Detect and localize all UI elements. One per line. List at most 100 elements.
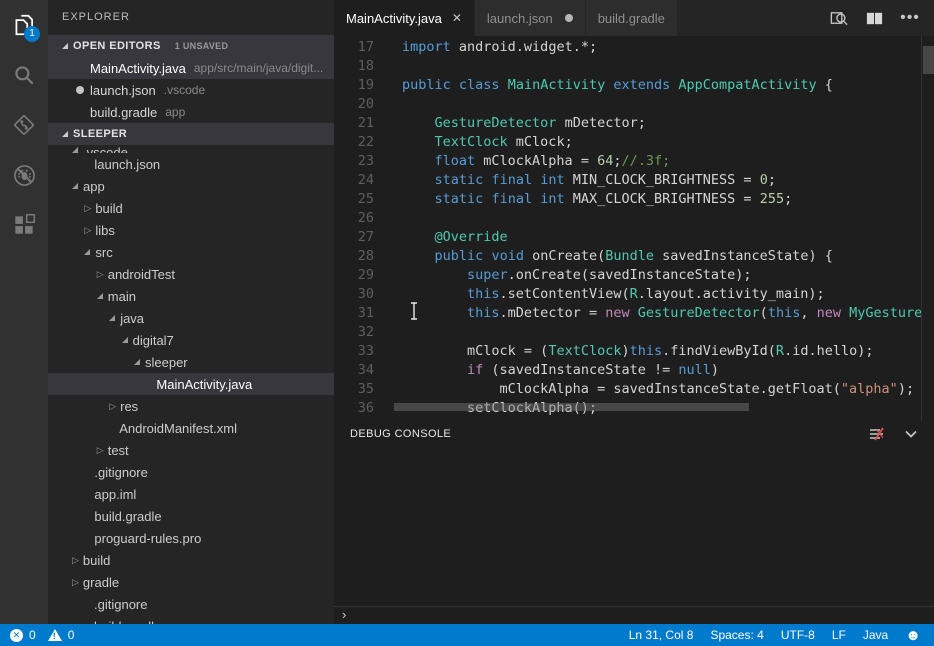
code-line[interactable]: 33 mClock = (TextClock)this.findViewById…: [334, 342, 934, 361]
status-encoding[interactable]: UTF-8: [781, 628, 815, 642]
line-number: 21: [334, 114, 374, 133]
open-editor-build-gradle[interactable]: build.gradleapp: [48, 101, 334, 123]
clear-console-icon[interactable]: [868, 425, 886, 443]
tree-item-test[interactable]: ▷test: [48, 439, 334, 461]
tree-item-label: digital7: [133, 333, 174, 348]
code-area: 17import android.widget.*;1819public cla…: [334, 36, 934, 418]
tree-item-build-gradle[interactable]: build.gradle: [48, 505, 334, 527]
tree-item-src[interactable]: src: [48, 241, 334, 263]
code-line[interactable]: 34 if (savedInstanceState != null): [334, 361, 934, 380]
line-text: if (savedInstanceState != null): [402, 362, 719, 378]
code-line[interactable]: 29 super.onCreate(savedInstanceState);: [334, 266, 934, 285]
panel-header: DEBUG CONSOLE: [334, 421, 934, 447]
search-icon[interactable]: [0, 50, 48, 100]
tree-item-app[interactable]: app: [48, 175, 334, 197]
code-line[interactable]: 35 mClockAlpha = savedInstanceState.getF…: [334, 380, 934, 399]
code-line[interactable]: 31 this.mDetector = new GestureDetector(…: [334, 304, 934, 323]
tree-item-digital7[interactable]: digital7: [48, 329, 334, 351]
code-line[interactable]: 32: [334, 323, 934, 342]
console-input[interactable]: ›: [334, 606, 934, 624]
tree-item-label: proguard-rules.pro: [94, 531, 201, 546]
status-indentation[interactable]: Spaces: 4: [710, 628, 763, 642]
code-line[interactable]: 22 TextClock mClock;: [334, 133, 934, 152]
line-text: public class MainActivity extends AppCom…: [402, 77, 833, 93]
tree-item-gitignore[interactable]: .gitignore: [48, 593, 334, 615]
folder-expanded-icon: [72, 147, 78, 153]
code-line[interactable]: 20: [334, 95, 934, 114]
tree-item-androidtest[interactable]: ▷androidTest: [48, 263, 334, 285]
explorer-icon[interactable]: 1: [0, 0, 48, 50]
tree-item-mainactivity-java[interactable]: MainActivity.java: [48, 373, 334, 395]
open-editor-mainactivity-java[interactable]: MainActivity.javaapp/src/main/java/digit…: [48, 57, 334, 79]
tree-item-androidmanifest-xml[interactable]: AndroidManifest.xml: [48, 417, 334, 439]
tree-item-build[interactable]: ▷build: [48, 197, 334, 219]
debug-icon[interactable]: [0, 150, 48, 200]
tree-item-label: src: [95, 245, 112, 260]
folder-collapsed-icon: ▷: [72, 556, 79, 565]
code-line[interactable]: 19public class MainActivity extends AppC…: [334, 76, 934, 95]
code-line[interactable]: 27 @Override: [334, 228, 934, 247]
code-line[interactable]: 28 public void onCreate(Bundle savedInst…: [334, 247, 934, 266]
code-line[interactable]: 30 this.setContentView(R.layout.activity…: [334, 285, 934, 304]
status-language-mode[interactable]: Java: [863, 628, 888, 642]
folder-expanded-icon: [122, 337, 128, 343]
editor-vertical-scrollbar[interactable]: [921, 36, 934, 421]
line-number: 33: [334, 342, 374, 361]
feedback-smiley-icon[interactable]: [905, 628, 921, 643]
tree-item-app-iml[interactable]: app.iml: [48, 483, 334, 505]
tree-item-sleeper[interactable]: sleeper: [48, 351, 334, 373]
warning-count: 0: [68, 628, 75, 642]
status-right: Ln 31, Col 8 Spaces: 4 UTF-8 LF Java: [629, 628, 934, 643]
extensions-icon[interactable]: [0, 200, 48, 250]
status-cursor-position[interactable]: Ln 31, Col 8: [629, 628, 694, 642]
scrollbar-thumb[interactable]: [923, 46, 934, 74]
tree-item-label: res: [120, 399, 138, 414]
code-line[interactable]: 23 float mClockAlpha = 64;//.3f;: [334, 152, 934, 171]
more-actions-icon[interactable]: •••: [900, 8, 920, 28]
tab-launch-json[interactable]: launch.json: [475, 0, 586, 36]
code-line[interactable]: 24 static final int MIN_CLOCK_BRIGHTNESS…: [334, 171, 934, 190]
project-section-header[interactable]: SLEEPER: [48, 123, 334, 145]
tree-item-main[interactable]: main: [48, 285, 334, 307]
tree-item-launch-json[interactable]: launch.json: [48, 153, 334, 175]
problems-status[interactable]: 0 0: [0, 628, 74, 642]
close-panel-chevron-icon[interactable]: [902, 425, 920, 443]
tree-item-res[interactable]: ▷res: [48, 395, 334, 417]
tree-item-build[interactable]: ▷build: [48, 549, 334, 571]
open-editors-header[interactable]: OPEN EDITORS 1 UNSAVED: [48, 35, 334, 57]
tree-item-libs[interactable]: ▷libs: [48, 219, 334, 241]
source-control-icon[interactable]: [0, 100, 48, 150]
tree-item-build-gradle[interactable]: build.gradle: [48, 615, 334, 624]
editor-horizontal-scrollbar[interactable]: [394, 403, 749, 411]
code-line[interactable]: 26: [334, 209, 934, 228]
tree-item-label: java: [120, 311, 144, 326]
tree-item-gradle[interactable]: ▷gradle: [48, 571, 334, 593]
close-tab-icon[interactable]: [452, 11, 462, 25]
code-line[interactable]: 17import android.widget.*;: [334, 38, 934, 57]
open-preview-icon[interactable]: [828, 8, 848, 28]
tree-item-java[interactable]: java: [48, 307, 334, 329]
code-editor[interactable]: 17import android.widget.*;1819public cla…: [334, 36, 934, 421]
line-text: this.setContentView(R.layout.activity_ma…: [402, 286, 825, 302]
code-line[interactable]: 21 GestureDetector mDetector;: [334, 114, 934, 133]
split-editor-icon[interactable]: [864, 8, 884, 28]
modified-dot-icon: [76, 86, 84, 94]
tree-item-proguard-rules-pro[interactable]: proguard-rules.pro: [48, 527, 334, 549]
editor-actions: •••: [828, 0, 934, 36]
tab-mainactivity-java[interactable]: MainActivity.java: [334, 0, 475, 36]
tree-item-label: build.gradle: [94, 509, 161, 524]
status-eol[interactable]: LF: [832, 628, 846, 642]
line-number: 27: [334, 228, 374, 247]
open-editor-launch-json[interactable]: launch.json.vscode: [48, 79, 334, 101]
tree-item-gitignore[interactable]: .gitignore: [48, 461, 334, 483]
tree-item-label: test: [108, 443, 129, 458]
line-number: 36: [334, 399, 374, 418]
tree-item-vscode[interactable]: .vscode: [48, 145, 334, 153]
status-bar: 0 0 Ln 31, Col 8 Spaces: 4 UTF-8 LF Java: [0, 624, 934, 646]
code-line[interactable]: 25 static final int MAX_CLOCK_BRIGHTNESS…: [334, 190, 934, 209]
tab-build-gradle[interactable]: build.gradle: [586, 0, 678, 36]
line-text: mClockAlpha = savedInstanceState.getFloa…: [402, 381, 914, 397]
tab-label: build.gradle: [598, 11, 665, 26]
folder-expanded-icon: [84, 249, 90, 255]
code-line[interactable]: 18: [334, 57, 934, 76]
